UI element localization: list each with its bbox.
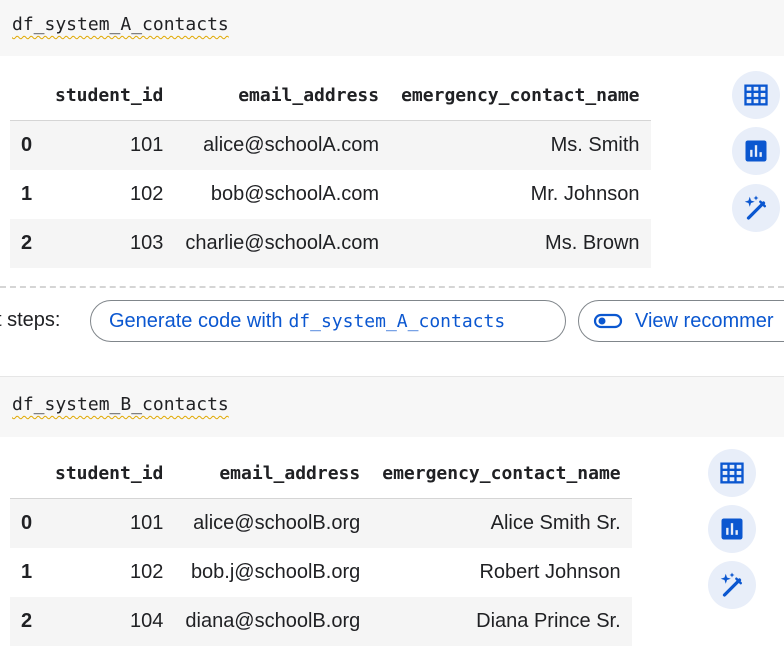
row-index: 0 <box>10 120 44 170</box>
cell-email-address: diana@schoolB.org <box>174 597 372 646</box>
table-row: 2 103 charlie@schoolA.com Ms. Brown <box>10 219 651 268</box>
column-header-emergency-contact-name: emergency_contact_name <box>371 448 632 499</box>
code-text-b: df_system_B_contacts <box>12 394 229 415</box>
column-header-emergency-contact-name: emergency_contact_name <box>390 70 651 121</box>
row-index: 1 <box>10 170 44 219</box>
generate-code-magic-button[interactable] <box>708 561 756 609</box>
index-header <box>10 448 44 499</box>
column-header-email-address: email_address <box>174 70 391 121</box>
cell-student-id: 102 <box>44 548 175 597</box>
dataframe-table-a: student_id email_address emergency_conta… <box>10 70 651 268</box>
next-steps-label: xt steps: <box>0 309 61 331</box>
row-index: 2 <box>10 597 44 646</box>
bar-chart-icon <box>721 518 743 540</box>
code-text-a: df_system_A_contacts <box>12 14 229 35</box>
convert-to-interactive-table-button[interactable] <box>732 71 780 119</box>
code-cell-b[interactable]: df_system_B_contacts <box>0 376 784 437</box>
convert-to-interactive-table-button[interactable] <box>708 449 756 497</box>
cell-emergency-contact-name: Ms. Smith <box>390 120 651 170</box>
index-header <box>10 70 44 121</box>
view-recommended-plots-button[interactable]: View recommer <box>578 300 784 342</box>
suggest-charts-button[interactable] <box>708 505 756 553</box>
table-header-row: student_id email_address emergency_conta… <box>10 448 632 499</box>
column-header-email-address: email_address <box>174 448 372 499</box>
cell-emergency-contact-name: Diana Prince Sr. <box>371 597 632 646</box>
row-index: 0 <box>10 498 44 548</box>
magic-wand-icon <box>720 572 742 597</box>
table-icon <box>720 462 744 484</box>
cell-email-address: charlie@schoolA.com <box>174 219 391 268</box>
row-index: 1 <box>10 548 44 597</box>
cell-student-id: 103 <box>44 219 175 268</box>
column-header-student-id: student_id <box>44 448 175 499</box>
cell-email-address: bob.j@schoolB.org <box>174 548 372 597</box>
view-recommended-plots-label: View recommer <box>635 309 774 332</box>
generate-code-variable: df_system_A_contacts <box>288 310 506 332</box>
column-header-student-id: student_id <box>44 70 175 121</box>
bar-chart-icon <box>745 140 767 162</box>
table-row: 1 102 bob@schoolA.com Mr. Johnson <box>10 170 651 219</box>
row-index: 2 <box>10 219 44 268</box>
cell-emergency-contact-name: Ms. Brown <box>390 219 651 268</box>
cell-email-address: alice@schoolB.org <box>174 498 372 548</box>
cell-student-id: 102 <box>44 170 175 219</box>
table-icon <box>744 84 768 106</box>
dataframe-table-b: student_id email_address emergency_conta… <box>10 448 632 646</box>
generate-code-label: Generate code with <box>109 309 283 332</box>
table-row: 2 104 diana@schoolB.org Diana Prince Sr. <box>10 597 632 646</box>
cell-student-id: 101 <box>44 498 175 548</box>
table-row: 0 101 alice@schoolA.com Ms. Smith <box>10 120 651 170</box>
suggest-charts-button[interactable] <box>732 127 780 175</box>
cell-email-address: alice@schoolA.com <box>174 120 391 170</box>
table-row: 1 102 bob.j@schoolB.org Robert Johnson <box>10 548 632 597</box>
magic-wand-icon <box>744 195 766 220</box>
cell-emergency-contact-name: Robert Johnson <box>371 548 632 597</box>
cell-emergency-contact-name: Mr. Johnson <box>390 170 651 219</box>
cell-divider <box>0 286 784 288</box>
generate-code-button[interactable]: Generate code with df_system_A_contacts <box>90 300 566 342</box>
code-cell-a[interactable]: df_system_A_contacts <box>0 0 784 56</box>
cell-student-id: 101 <box>44 120 175 170</box>
cell-emergency-contact-name: Alice Smith Sr. <box>371 498 632 548</box>
table-row: 0 101 alice@schoolB.org Alice Smith Sr. <box>10 498 632 548</box>
cell-student-id: 104 <box>44 597 175 646</box>
toggle-icon <box>593 313 623 329</box>
cell-email-address: bob@schoolA.com <box>174 170 391 219</box>
table-header-row: student_id email_address emergency_conta… <box>10 70 651 121</box>
generate-code-magic-button[interactable] <box>732 184 780 232</box>
